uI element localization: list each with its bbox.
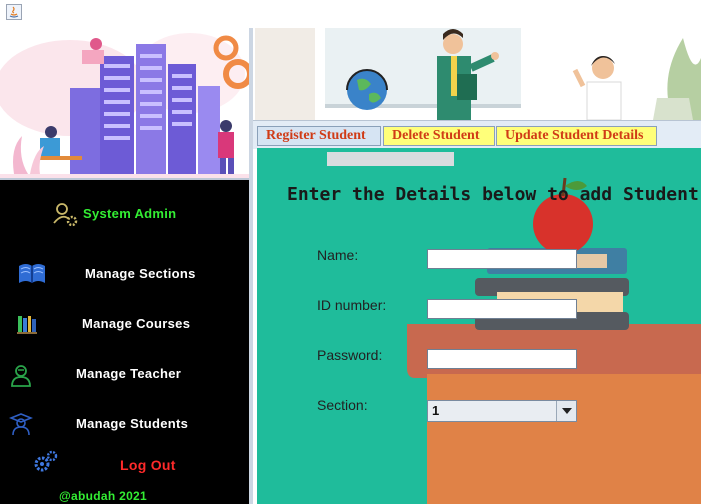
tab-register-student[interactable]: Register Student [257, 126, 381, 146]
gears-icon [33, 450, 59, 479]
password-input[interactable] [427, 349, 577, 369]
teacher-icon [9, 363, 33, 392]
footer-credit: @abudah 2021 [59, 489, 147, 503]
register-student-panel: Enter the Details below to add Student N… [257, 148, 701, 504]
window-titlebar [0, 0, 701, 26]
tab-strip: Register Student Delete Student Update S… [253, 120, 701, 149]
section-selected-value: 1 [432, 403, 440, 418]
manage-courses-button[interactable]: Manage Courses [82, 316, 190, 331]
manage-teacher-button[interactable]: Manage Teacher [76, 366, 181, 381]
admin-gear-user-icon [52, 201, 80, 234]
books-shelf-icon [17, 314, 37, 339]
id-number-label: ID number: [317, 297, 387, 313]
manage-sections-button[interactable]: Manage Sections [85, 266, 196, 281]
manage-students-button[interactable]: Manage Students [76, 416, 188, 431]
book-icon [17, 261, 47, 292]
sidebar: System Admin Manage Sections Manage Cour… [0, 180, 249, 504]
datacenter-illustration [0, 28, 249, 180]
dropdown-arrow-icon[interactable] [556, 401, 576, 421]
section-select[interactable]: 1 [427, 400, 577, 422]
section-label: Section: [317, 397, 368, 413]
name-label: Name: [317, 247, 359, 263]
java-app-icon [6, 4, 22, 20]
student-icon [8, 412, 34, 441]
logout-button[interactable]: Log Out [120, 457, 176, 473]
id-number-input[interactable] [427, 299, 577, 319]
classroom-illustration [253, 28, 701, 120]
tab-delete-student[interactable]: Delete Student [383, 126, 495, 146]
system-admin-title: System Admin [83, 206, 177, 221]
password-label: Password: [317, 347, 383, 363]
name-input[interactable] [427, 249, 577, 269]
form-heading: Enter the Details below to add Student [287, 184, 699, 205]
tab-update-student-details[interactable]: Update Student Details [496, 126, 657, 146]
